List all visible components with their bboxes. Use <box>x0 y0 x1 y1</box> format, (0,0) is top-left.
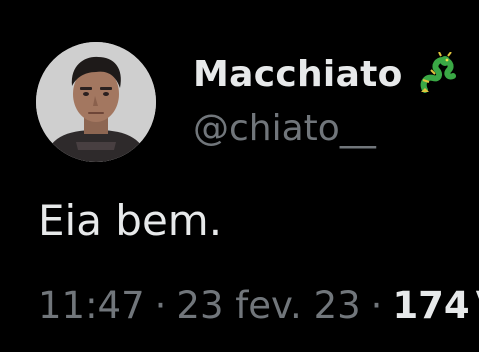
handle[interactable]: @chiato__ <box>193 108 376 149</box>
display-name[interactable]: Macchiato <box>193 54 403 95</box>
tweet-meta: 11:47 · 23 fev. 23 · 174 V <box>38 284 479 327</box>
meta-separator: · <box>370 284 383 327</box>
tweet: Macchiato @chiato__ Eia bem. 11:47 · 23 … <box>0 0 479 352</box>
tweet-date[interactable]: 23 fev. 23 <box>176 284 360 327</box>
tweet-text: Eia bem. <box>38 196 223 245</box>
tweet-time[interactable]: 11:47 <box>38 284 145 327</box>
avatar-photo <box>36 42 156 162</box>
meta-separator: · <box>154 284 167 327</box>
avatar[interactable] <box>36 42 156 162</box>
views-count[interactable]: 174 <box>392 284 469 327</box>
dragon-icon <box>415 51 459 96</box>
author-name-row[interactable]: Macchiato <box>193 50 459 98</box>
